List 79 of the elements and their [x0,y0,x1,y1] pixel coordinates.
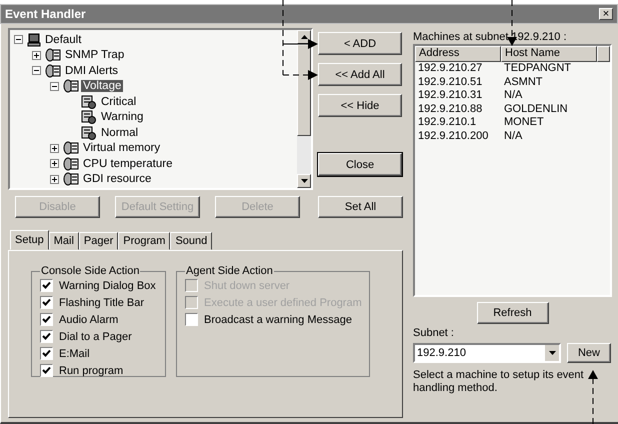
table-cell: ASMNT [504,76,542,89]
checkbox[interactable] [40,296,53,309]
tab[interactable]: Pager [78,232,118,250]
side-button[interactable]: << Hide [318,94,402,117]
option-label: Dial to a Pager [59,330,132,342]
checkbox[interactable] [40,330,53,343]
alerts-icon [45,48,61,62]
option-label: Warning Dialog Box [59,280,156,292]
close-button[interactable]: × [599,8,613,20]
refresh-button[interactable]: Refresh [476,302,548,324]
tab[interactable]: Sound [170,232,212,250]
scrollbar[interactable] [297,30,311,188]
scroll-down-icon[interactable] [300,179,308,183]
table-cell: N/A [504,89,522,102]
alerts-icon [45,64,61,78]
hint-text: Select a machine to setup its event handling method. [413,369,585,395]
table-cell-text: 192.9.210.1 [418,116,478,130]
callout-arrow [588,370,598,424]
side-button[interactable]: < ADD [318,32,402,55]
subnet-label: Subnet : [413,327,455,340]
tree-item[interactable]: CPU temperature [81,158,174,170]
checkbox[interactable] [185,313,198,326]
option-label: Flashing Title Bar [59,296,144,308]
table-cell-text: 192.9.210.31 [418,89,484,102]
tree-item[interactable]: SNMP Trap [63,49,126,62]
collapse-icon[interactable] [14,35,25,44]
checkbox[interactable] [40,364,53,377]
table-cell: N/A [504,130,522,143]
option-label: Audio Alarm [59,314,118,326]
alerts-icon [63,172,79,186]
tree-item[interactable]: Default [43,34,84,46]
expand-icon[interactable] [50,144,61,153]
group-title: Console Side Action [40,265,140,277]
collapse-icon[interactable] [50,82,61,91]
tab[interactable]: Program [118,232,170,250]
alerts-icon [63,141,79,156]
checkbox[interactable] [40,347,53,360]
alerts-icon [63,79,79,94]
group-title: Agent Side Action [185,265,274,277]
tree-item[interactable]: Normal [99,126,140,139]
tab[interactable]: Mail [48,232,79,250]
table-cell: MONET [504,116,544,130]
subnet-dropdown[interactable]: 192.9.210 [413,343,561,363]
table-cell-text: 192.9.210.51 [418,76,484,89]
side-button[interactable]: Close [318,153,402,176]
collapse-icon[interactable] [32,66,43,76]
computer-icon [27,32,41,47]
column-header[interactable]: Host Name [501,46,597,62]
checkbox[interactable] [40,313,53,326]
option-label: Run program [59,364,124,376]
dropdown-arrow-icon [548,351,556,355]
scroll-up-icon[interactable] [300,35,308,39]
expand-icon[interactable] [32,50,43,60]
alerts-icon [63,156,79,171]
checkbox[interactable] [40,279,53,292]
alert-icon [81,126,97,140]
tab[interactable]: Setup [10,230,49,250]
expand-icon[interactable] [50,159,61,168]
option-label: Broadcast a warning Message [204,314,352,326]
side-button[interactable]: << Add All [318,63,402,86]
tree-item[interactable]: Warning [99,111,146,124]
tree-item[interactable]: GDI resource [81,173,154,186]
tree-item[interactable]: Critical [99,96,138,108]
window-title: Event Handler [5,7,86,21]
table-cell-text: 192.9.210.88 [418,102,484,116]
new-button[interactable]: New [567,343,611,363]
tree-item[interactable]: Voltage [81,80,124,92]
table-cell-text: 192.9.210.200 [418,130,490,143]
tree-item[interactable]: DMI Alerts [63,64,120,77]
table-cell-text: 192.9.210.27 [418,62,484,76]
tree-item[interactable]: Virtual memory [81,142,162,154]
table-cell: TEDPANGNT [504,62,572,76]
option-label: E:Mail [59,348,90,360]
column-header[interactable]: Address [415,46,501,62]
expand-icon[interactable] [50,174,61,184]
alert-icon [81,94,97,109]
action-button[interactable]: Set All [318,196,403,218]
alert-icon [81,110,97,124]
table-cell: GOLDENLIN [504,102,568,116]
